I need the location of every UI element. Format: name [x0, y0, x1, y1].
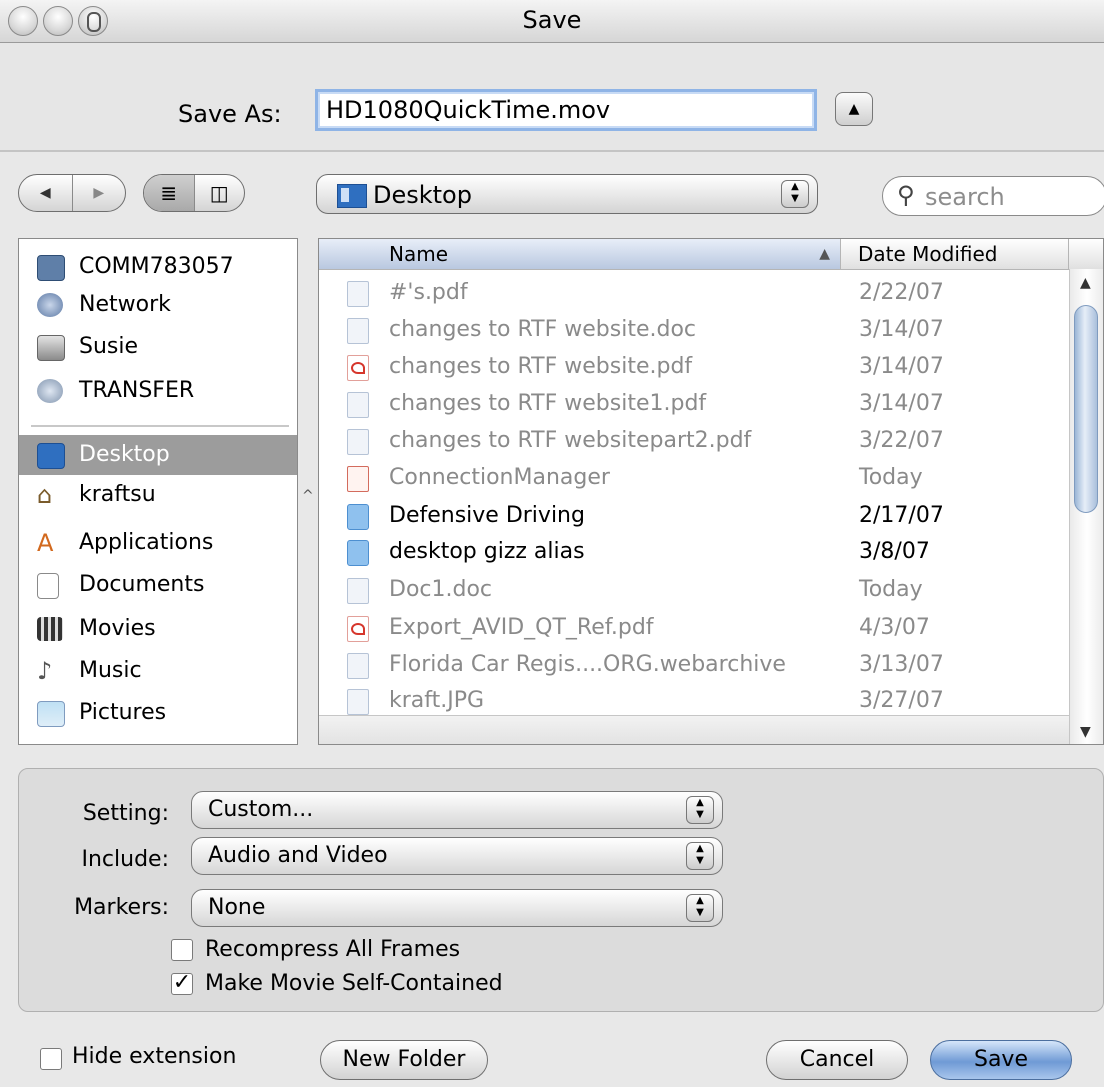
location-label: Desktop	[373, 181, 472, 209]
view-mode-control: ≣ ◫	[143, 174, 245, 212]
sidebar-divider	[31, 425, 289, 427]
sidebar: COMM783057 Network Susie TRANSFER Deskto…	[18, 238, 298, 745]
file-row[interactable]: changes to RTF website.doc 3/14/07	[319, 312, 1069, 348]
file-row[interactable]: #'s.pdf 2/22/07	[319, 275, 1069, 311]
popup-arrows-icon: ▲ ▼	[686, 796, 714, 824]
list-view-button[interactable]: ≣	[144, 175, 194, 211]
popup-arrows-icon: ▲ ▼	[781, 180, 809, 208]
popup-arrows-icon: ▲ ▼	[686, 842, 714, 870]
recompress-checkbox[interactable]	[171, 939, 193, 961]
pictures-icon	[37, 701, 65, 727]
horizontal-scroll-area[interactable]	[319, 715, 1069, 744]
save-as-area: Save As: ▲	[0, 43, 1104, 152]
folder-icon	[347, 504, 369, 530]
vertical-scrollbar[interactable]: ▲ ▼	[1069, 269, 1103, 744]
date-modified-column-header[interactable]: Date Modified	[842, 239, 1069, 269]
save-button[interactable]: Save	[930, 1040, 1072, 1080]
file-list-header: Name ▲ Date Modified	[319, 239, 1103, 270]
forward-button[interactable]: ▶	[71, 175, 126, 211]
column-view-button[interactable]: ◫	[193, 175, 245, 211]
file-row[interactable]: desktop gizz alias 3/8/07	[319, 534, 1069, 570]
location-popup[interactable]: Desktop ▲ ▼	[316, 174, 818, 214]
scroll-up-icon[interactable]: ▲	[1080, 275, 1091, 291]
title-bar: Save	[0, 0, 1104, 43]
file-row[interactable]: Florida Car Regis....ORG.webarchive 3/13…	[319, 647, 1069, 683]
scrollbar-thumb[interactable]	[1074, 305, 1098, 513]
computer-icon	[37, 255, 65, 281]
sidebar-item-comm783057[interactable]: COMM783057	[19, 247, 297, 287]
file-list: Name ▲ Date Modified #'s.pdf 2/22/07 cha…	[318, 238, 1104, 745]
music-icon: ♪	[37, 657, 53, 685]
sidebar-item-kraftsu[interactable]: ⌂ kraftsu	[19, 475, 297, 515]
sidebar-item-movies[interactable]: Movies	[19, 609, 297, 649]
window-title: Save	[522, 6, 582, 34]
save-as-input[interactable]	[315, 89, 817, 131]
webarchive-file-icon	[347, 653, 369, 679]
applications-icon: A	[37, 529, 54, 557]
image-file-icon	[347, 281, 369, 307]
file-row[interactable]: Doc1.doc Today	[319, 572, 1069, 608]
documents-icon	[37, 573, 59, 599]
pdf-file-icon	[347, 355, 369, 381]
search-icon: ⚲	[897, 181, 915, 209]
file-row[interactable]: Defensive Driving 2/17/07	[319, 498, 1069, 534]
save-as-label: Save As:	[178, 100, 282, 128]
setting-popup[interactable]: Custom... ▲ ▼	[191, 791, 723, 829]
hide-extension-checkbox[interactable]	[40, 1048, 62, 1070]
hard-drive-icon	[37, 335, 65, 361]
image-file-icon	[347, 689, 369, 715]
file-row[interactable]: ConnectionManager Today	[319, 460, 1069, 496]
desktop-icon	[337, 184, 367, 208]
desktop-icon	[37, 443, 65, 469]
movies-icon	[37, 617, 63, 641]
document-file-icon	[347, 318, 369, 344]
disk-icon	[37, 379, 63, 403]
sidebar-item-desktop[interactable]: Desktop	[19, 435, 297, 475]
hide-extension-label: Hide extension	[72, 1044, 237, 1069]
file-row[interactable]: changes to RTF website1.pdf 3/14/07	[319, 386, 1069, 422]
collapse-dialog-button[interactable]: ▲	[835, 92, 873, 126]
scroll-down-icon[interactable]: ▼	[1080, 724, 1091, 740]
markers-label: Markers:	[74, 895, 169, 920]
search-field[interactable]: ⚲ search	[882, 176, 1104, 216]
document-file-icon	[347, 392, 369, 418]
new-folder-button[interactable]: New Folder	[320, 1040, 488, 1080]
include-label: Include:	[81, 847, 170, 872]
search-placeholder: search	[925, 183, 1005, 211]
pdf-file-icon	[347, 616, 369, 642]
file-row[interactable]: changes to RTF websitepart2.pdf 3/22/07	[319, 423, 1069, 459]
sidebar-item-network[interactable]: Network	[19, 285, 297, 325]
sidebar-item-applications[interactable]: A Applications	[19, 523, 297, 563]
setting-label: Setting:	[82, 801, 169, 826]
save-dialog: Save Save As: ▲ ◀ ▶ ≣ ◫ Desktop ▲▼ ⚲ sea…	[0, 0, 1104, 1087]
sidebar-item-documents[interactable]: Documents	[19, 565, 297, 605]
sidebar-item-transfer[interactable]: TRANSFER	[19, 371, 297, 411]
file-row[interactable]: changes to RTF website.pdf 3/14/07	[319, 349, 1069, 385]
sidebar-item-music[interactable]: ♪ Music	[19, 651, 297, 691]
sort-ascending-icon: ▲	[819, 246, 830, 262]
document-file-icon	[347, 578, 369, 604]
sidebar-resize-caret-icon[interactable]: ^	[302, 488, 314, 504]
cancel-button[interactable]: Cancel	[766, 1040, 908, 1080]
popup-arrows-icon: ▲ ▼	[686, 894, 714, 922]
file-row[interactable]: Export_AVID_QT_Ref.pdf 4/3/07	[319, 610, 1069, 646]
recompress-label: Recompress All Frames	[205, 937, 461, 962]
self-contained-label: Make Movie Self-Contained	[205, 971, 503, 996]
network-icon	[37, 293, 63, 317]
folder-alias-icon	[347, 540, 369, 566]
name-column-header[interactable]: Name ▲	[319, 239, 841, 269]
include-popup[interactable]: Audio and Video ▲ ▼	[191, 837, 723, 875]
application-icon	[347, 466, 369, 492]
sidebar-item-pictures[interactable]: Pictures	[19, 693, 297, 733]
self-contained-checkbox[interactable]: ✓	[171, 972, 193, 995]
back-forward-control: ◀ ▶	[18, 174, 126, 212]
export-options-panel: Setting: Custom... ▲ ▼ Include: Audio and…	[18, 768, 1104, 1012]
back-button[interactable]: ◀	[19, 175, 72, 211]
markers-popup[interactable]: None ▲ ▼	[191, 889, 723, 927]
sidebar-item-susie[interactable]: Susie	[19, 327, 297, 367]
document-file-icon	[347, 429, 369, 455]
home-icon: ⌂	[37, 481, 53, 509]
file-row[interactable]: kraft.JPG 3/27/07	[319, 683, 1069, 719]
